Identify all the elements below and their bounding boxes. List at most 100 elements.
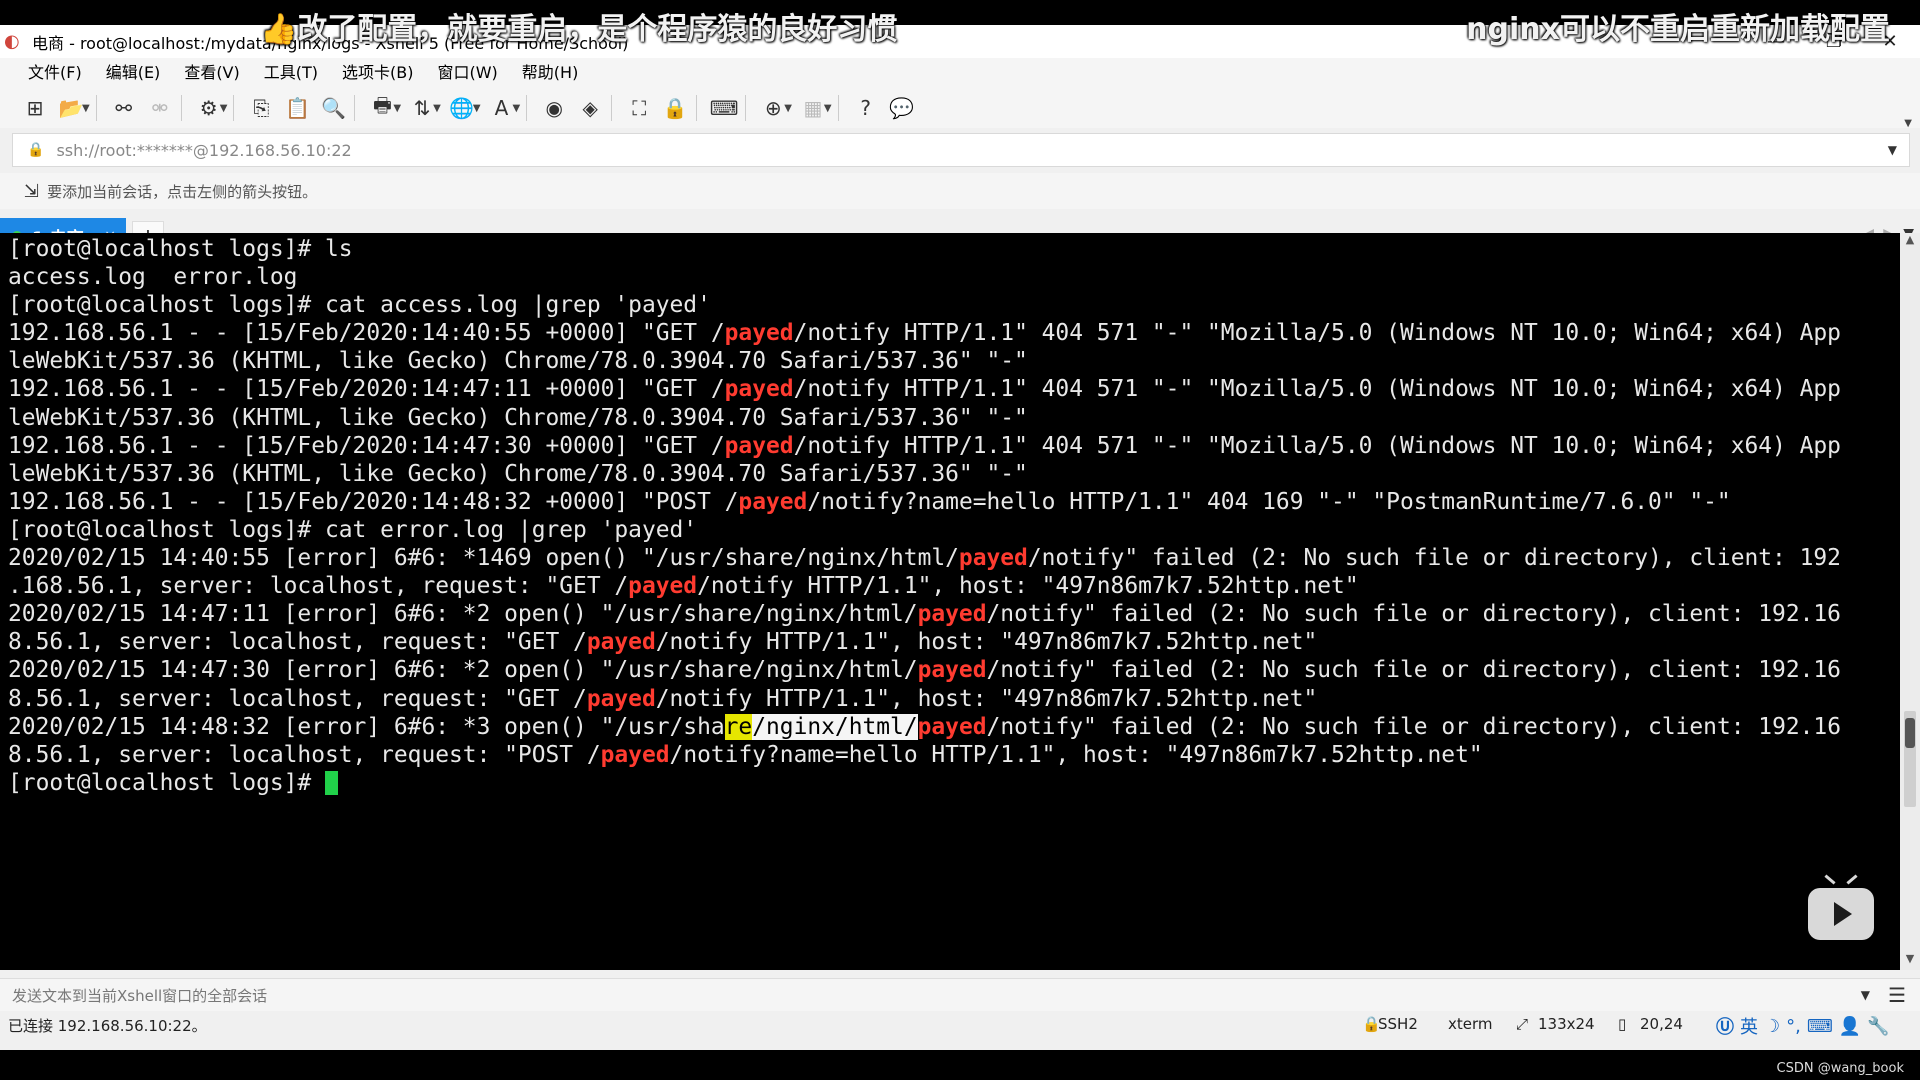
toolbar-divider xyxy=(611,95,613,121)
terminal-line: 2020/02/15 14:40:55 [error] 6#6: *1469 o… xyxy=(8,544,1841,572)
menu-bar: 文件(F) 编辑(E) 查看(V) 工具(T) 选项卡(B) 窗口(W) 帮助(… xyxy=(0,58,1920,88)
toolbar-divider xyxy=(180,95,182,121)
terminal-text: [root@localhost logs]# cat access.log |g… xyxy=(8,292,711,319)
session-hint-bar: ⇲ 要添加当前会话，点击左侧的箭头按钮。 xyxy=(0,173,1920,209)
terminal-text: 2020/02/15 14:48:32 [error] 6#6: *3 open… xyxy=(8,713,725,740)
terminal-text: payed xyxy=(628,573,698,600)
scroll-up-icon[interactable]: ▲ xyxy=(1900,233,1920,251)
scroll-down-icon[interactable]: ▼ xyxy=(1900,952,1920,970)
chevron-down-icon[interactable]: ▼ xyxy=(1861,988,1870,1002)
terminal-text: payed xyxy=(586,685,656,712)
chevron-down-icon[interactable]: ▼ xyxy=(824,103,832,114)
reconnect-icon[interactable]: ⚯ xyxy=(109,93,139,123)
terminal-text: /notify" failed (2: No such file or dire… xyxy=(986,713,1841,740)
help-icon[interactable]: ? xyxy=(851,93,881,123)
menu-view[interactable]: 查看(V) xyxy=(172,58,251,88)
terminal-line: access.log error.log xyxy=(8,263,1841,291)
copy-icon[interactable]: ⎘ xyxy=(246,93,276,123)
terminal-text: 192.168.56.1 - - [15/Feb/2020:14:47:11 +… xyxy=(8,376,725,403)
terminal-text: /notify HTTP/1.1" 404 571 "-" "Mozilla/5… xyxy=(793,320,1841,347)
toolbar-divider xyxy=(95,95,97,121)
chat-icon[interactable]: 💬 xyxy=(887,93,917,123)
keyboard-icon[interactable]: ⌨ xyxy=(709,93,739,123)
terminal-line: 2020/02/15 14:47:11 [error] 6#6: *2 open… xyxy=(8,600,1841,628)
menu-edit[interactable]: 编辑(E) xyxy=(94,58,173,88)
terminal-text: 192.168.56.1 - - [15/Feb/2020:14:48:32 +… xyxy=(8,488,739,515)
terminal-text: /notify" failed (2: No such file or dire… xyxy=(986,657,1841,684)
lock-icon: 🔒 xyxy=(27,142,45,158)
chevron-down-icon[interactable]: ▼ xyxy=(220,103,228,114)
terminal-cursor xyxy=(324,771,338,796)
protocol-label: SSH2 xyxy=(1378,1015,1418,1033)
terminal-text: access.log error.log xyxy=(8,264,298,291)
ime-logo-icon[interactable]: Ⓤ xyxy=(1716,1013,1734,1039)
terminal-line: 192.168.56.1 - - [15/Feb/2020:14:47:30 +… xyxy=(8,432,1841,460)
terminal-text: 2020/02/15 14:47:30 [error] 6#6: *2 open… xyxy=(8,657,918,684)
terminal-line: 8.56.1, server: localhost, request: "GET… xyxy=(8,628,1841,656)
terminal-line: 2020/02/15 14:47:30 [error] 6#6: *2 open… xyxy=(8,656,1841,684)
terminal-text: leWebKit/537.36 (KHTML, like Gecko) Chro… xyxy=(8,460,1028,487)
menu-tools[interactable]: 工具(T) xyxy=(252,58,330,88)
menu-icon[interactable]: ☰ xyxy=(1888,983,1906,1007)
terminal-line: leWebKit/537.36 (KHTML, like Gecko) Chro… xyxy=(8,460,1841,488)
menu-file[interactable]: 文件(F) xyxy=(16,58,94,88)
chevron-down-icon[interactable]: ▼ xyxy=(513,103,521,114)
add-session-arrow-icon[interactable]: ⇲ xyxy=(24,181,39,202)
chevron-down-icon[interactable]: ▼ xyxy=(433,103,441,114)
toolbar: ⊞ 📂 ▼ ⚯ ⚮ ⚙ ▼ ⎘ 📋 🔍 🖶 ▼ ⇅ ▼ 🌐 ▼ A ▼ ◉ ◈ … xyxy=(0,88,1920,129)
paste-icon[interactable]: 📋 xyxy=(282,93,312,123)
disconnect-icon[interactable]: ⚮ xyxy=(145,93,175,123)
cursor-pos-icon: ▯ xyxy=(1618,1015,1627,1033)
chevron-down-icon[interactable]: ▼ xyxy=(393,103,401,114)
terminal-text: 8.56.1, server: localhost, request: "GET… xyxy=(8,685,587,712)
chevron-down-icon[interactable]: ▼ xyxy=(82,103,90,114)
terminal-line: 8.56.1, server: localhost, request: "POS… xyxy=(8,741,1841,769)
cursor-position: 20,24 xyxy=(1640,1015,1683,1033)
keyboard-icon[interactable]: ⌨ xyxy=(1807,1016,1833,1037)
send-to-all-bar[interactable]: 发送文本到当前Xshell窗口的全部会话 ▼ ☰ xyxy=(0,978,1920,1011)
terminal-text: payed xyxy=(600,741,670,768)
lock-icon[interactable]: 🔒 xyxy=(660,93,690,123)
terminal-scrollbar[interactable]: ▲ ▼ xyxy=(1900,233,1920,970)
wrench-icon[interactable]: 🔧 xyxy=(1867,1016,1889,1037)
terminal-text: /notify" failed (2: No such file or dire… xyxy=(1027,545,1841,572)
terminal-text: 2020/02/15 14:40:55 [error] 6#6: *1469 o… xyxy=(8,545,959,572)
toolbar-overflow-icon[interactable]: ▼ xyxy=(1904,118,1912,129)
punctuation-icon[interactable]: °, xyxy=(1786,1016,1801,1037)
terminal-output[interactable]: [root@localhost logs]# ls access.log erro… xyxy=(0,233,1900,970)
moon-icon[interactable]: ☽ xyxy=(1764,1016,1780,1037)
terminal-line: [root@localhost logs]# cat access.log |g… xyxy=(8,291,1841,319)
menu-window[interactable]: 窗口(W) xyxy=(425,58,509,88)
resize-icon: ⤢ xyxy=(1516,1015,1529,1033)
terminal-text: re xyxy=(724,713,753,740)
new-session-icon[interactable]: ⊞ xyxy=(20,93,50,123)
video-caption-right: nginx可以不重启重新加载配置 xyxy=(1466,12,1890,47)
user-icon[interactable]: 👤 xyxy=(1839,1016,1861,1037)
address-text: ssh://root:*******@192.168.56.10:22 xyxy=(56,140,352,160)
fullscreen-icon[interactable]: ⛶ xyxy=(624,93,654,123)
menu-help[interactable]: 帮助(H) xyxy=(510,58,591,88)
video-player-logo-icon xyxy=(1808,888,1874,940)
address-bar[interactable]: 🔒 ssh://root:*******@192.168.56.10:22 ▼ xyxy=(12,133,1910,167)
find-icon[interactable]: 🔍 xyxy=(318,93,348,123)
terminal-text: /notify?name=hello HTTP/1.1", host: "497… xyxy=(669,741,1483,768)
terminal-text: /notify HTTP/1.1" 404 571 "-" "Mozilla/5… xyxy=(793,432,1841,459)
send-to-all-input[interactable]: 发送文本到当前Xshell窗口的全部会话 xyxy=(12,985,267,1006)
terminal-size: 133x24 xyxy=(1538,1015,1595,1033)
menu-tab[interactable]: 选项卡(B) xyxy=(330,58,425,88)
chevron-down-icon[interactable]: ▼ xyxy=(473,103,481,114)
chevron-down-icon[interactable]: ▼ xyxy=(1888,143,1897,157)
terminal-text: payed xyxy=(586,629,656,656)
ime-language[interactable]: 英 xyxy=(1740,1013,1758,1039)
script-icon[interactable]: ◈ xyxy=(575,93,605,123)
terminal-line: 2020/02/15 14:48:32 [error] 6#6: *3 open… xyxy=(8,713,1841,741)
video-caption-left: 👍改了配置，就要重启，是个程序猿的良好习惯 xyxy=(260,12,898,47)
toolbar-divider xyxy=(745,95,747,121)
ime-toolbar[interactable]: Ⓤ 英 ☽ °, ⌨ 👤 🔧 xyxy=(1716,1013,1890,1039)
terminal-line: 192.168.56.1 - - [15/Feb/2020:14:40:55 +… xyxy=(8,319,1841,347)
terminal-type: xterm xyxy=(1448,1015,1493,1033)
xftp-icon[interactable]: ◉ xyxy=(539,93,569,123)
chevron-down-icon[interactable]: ▼ xyxy=(784,103,792,114)
status-bar: 已连接 192.168.56.10:22。 🔒 SSH2 xterm ⤢ 133… xyxy=(0,1012,1920,1038)
connection-status: 已连接 192.168.56.10:22。 xyxy=(8,1017,207,1035)
